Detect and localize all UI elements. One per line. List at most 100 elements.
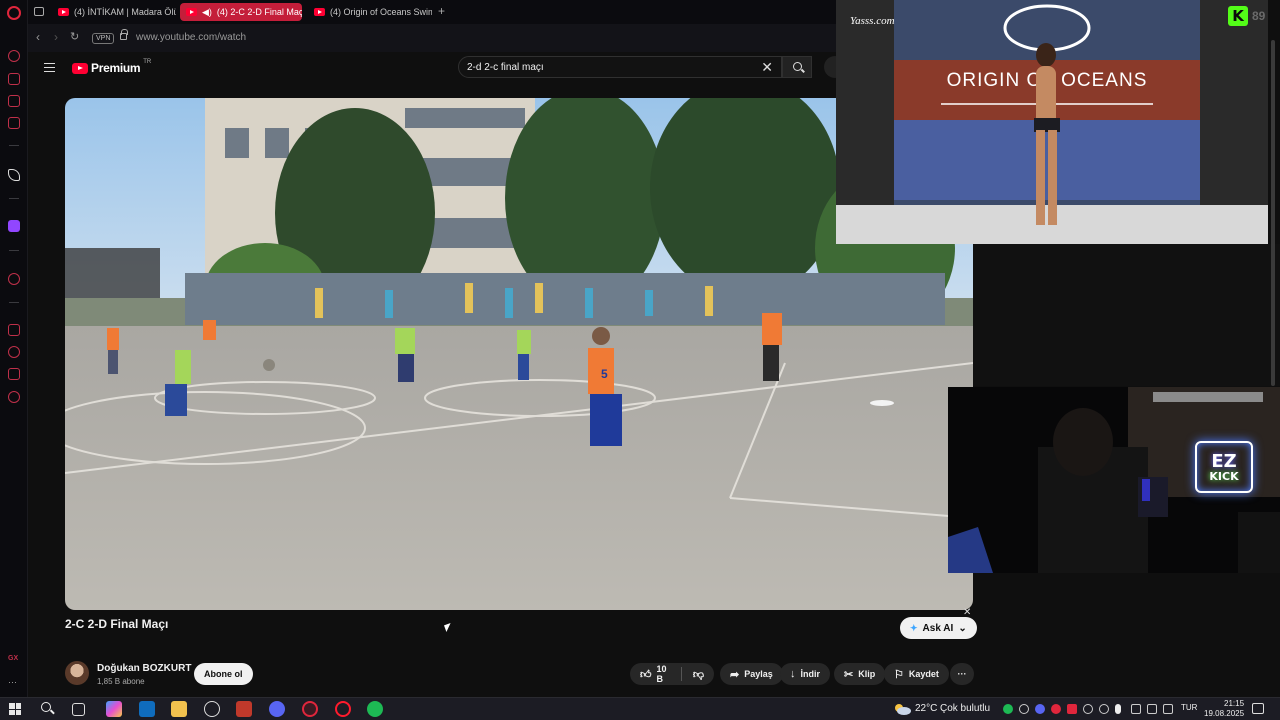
network-icon[interactable]	[1147, 704, 1157, 714]
chevron-down-icon: ⌄	[958, 622, 967, 634]
tray-icon[interactable]	[1019, 704, 1029, 714]
download-button[interactable]: ↓ İndir	[780, 663, 830, 685]
language-indicator[interactable]: TUR	[1181, 703, 1197, 712]
discord-tray-icon[interactable]	[1035, 704, 1045, 714]
scrollbar[interactable]	[1271, 40, 1275, 386]
spotify-tray-icon[interactable]	[1003, 704, 1013, 714]
refresh-icon[interactable]	[8, 50, 20, 62]
screen: GX ··· (4) İNTİKAM | Madara Ölü ◀) (4) 2…	[0, 0, 1280, 720]
tab-label: (4) Origin of Oceans Swim	[330, 7, 432, 17]
runway-video-overlay: ORIGIN OF OCEANS Yasss.com	[836, 0, 1268, 244]
subscribe-button[interactable]: Abone ol	[194, 663, 253, 685]
tab-intikam[interactable]: (4) İNTİKAM | Madara Ölü	[52, 3, 176, 21]
tab-origin-of-oceans[interactable]: (4) Origin of Oceans Swim	[308, 3, 432, 21]
runway-frame: ORIGIN OF OCEANS Yasss.com	[836, 0, 1268, 244]
scissors-icon: ✂	[844, 668, 854, 681]
clip-button[interactable]: ✂ Klip	[834, 663, 886, 685]
avatar[interactable]	[65, 661, 89, 685]
search-query: 2-d 2-c final maçı	[467, 62, 544, 73]
sidebar-divider	[9, 250, 19, 251]
tray-icon[interactable]	[1099, 704, 1109, 714]
opera-gx-icon[interactable]	[302, 701, 318, 717]
tab-final-mac[interactable]: ◀) (4) 2-C 2-D Final Maç	[180, 3, 302, 21]
save-button[interactable]: ⚐ Kaydet	[884, 663, 949, 685]
reload-icon[interactable]: ↻	[70, 30, 79, 43]
clock[interactable]: 21:15 19.08.2025	[1204, 699, 1244, 719]
history-icon[interactable]	[8, 346, 20, 358]
like-dislike-group: 👍︎ 10 B 👎︎	[630, 663, 714, 685]
tabs-menu-icon[interactable]	[34, 7, 44, 16]
tab-label: (4) İNTİKAM | Madara Ölü	[74, 7, 176, 17]
tray-icon[interactable]	[1131, 704, 1141, 714]
tray-icon[interactable]	[1067, 704, 1077, 714]
lock-icon[interactable]	[120, 29, 128, 40]
save-label: Kaydet	[908, 669, 939, 679]
ez-text: EZ	[1211, 450, 1237, 472]
microphone-icon[interactable]	[1115, 704, 1121, 714]
back-icon[interactable]: ‹	[36, 30, 40, 44]
video-editor-icon[interactable]	[236, 701, 252, 717]
outlook-icon[interactable]	[139, 701, 155, 717]
share-icon: ➦	[730, 668, 740, 681]
notification-icon[interactable]	[1252, 703, 1264, 714]
copilot-icon[interactable]	[106, 701, 122, 717]
subscriber-count: 1,85 B abone	[97, 677, 145, 686]
vpn-badge[interactable]: VPN	[92, 33, 115, 44]
video-title: 2-C 2-D Final Maçı	[65, 617, 169, 631]
windows-start-icon[interactable]	[9, 703, 21, 715]
more-icon[interactable]: ···	[8, 677, 20, 689]
tray-icon[interactable]	[1083, 704, 1093, 714]
ask-ai-button[interactable]: ✦ Ask AI ⌄	[900, 617, 977, 639]
clear-search-icon[interactable]: ✕	[761, 59, 773, 76]
twitch-icon[interactable]	[8, 220, 20, 232]
youtube-play-icon	[72, 62, 88, 74]
jersey-number: 5	[601, 367, 608, 381]
music-icon[interactable]	[8, 273, 20, 285]
runway-watermark: Yasss.com	[850, 15, 895, 27]
ask-ai-label: Ask AI	[922, 622, 954, 634]
bookmark-icon: ⚐	[894, 668, 904, 681]
discord-icon[interactable]	[269, 701, 285, 717]
kick-logo: K	[1228, 6, 1248, 26]
speaker-icon[interactable]: ◀)	[202, 7, 212, 18]
bag-icon[interactable]	[8, 73, 20, 85]
volume-icon[interactable]	[1163, 704, 1173, 714]
tray-icon[interactable]	[1051, 704, 1061, 714]
more-actions-button[interactable]: ···	[950, 663, 974, 685]
settings-icon[interactable]	[8, 391, 20, 403]
weather-cloud-icon[interactable]	[893, 702, 911, 715]
search-input[interactable]: 2-d 2-c final maçı ✕	[458, 56, 782, 78]
download-label: İndir	[800, 669, 821, 679]
gx-icon[interactable]: GX	[8, 655, 20, 667]
tab-label: (4) 2-C 2-D Final Maç	[216, 7, 302, 17]
task-view-icon[interactable]	[72, 703, 85, 716]
opera-icon[interactable]	[7, 6, 21, 20]
app-icon[interactable]	[204, 701, 220, 717]
opera-sidebar: GX ···	[0, 0, 28, 697]
like-count[interactable]: 10 B	[657, 664, 671, 684]
star-icon[interactable]	[8, 368, 20, 380]
temperature[interactable]: 22°C	[915, 703, 937, 714]
new-tab-button[interactable]: +	[438, 4, 445, 18]
like-icon[interactable]: 👍︎	[640, 668, 652, 681]
url-field[interactable]: www.youtube.com/watch	[136, 32, 246, 43]
opera-icon[interactable]	[335, 701, 351, 717]
share-button[interactable]: ➦ Paylaş	[720, 663, 783, 685]
wallet-icon[interactable]	[8, 95, 20, 107]
forward-icon[interactable]: ›	[54, 30, 58, 44]
news-icon[interactable]	[8, 117, 20, 129]
file-explorer-icon[interactable]	[171, 701, 187, 717]
channel-name[interactable]: Doğukan BOZKURT	[97, 663, 191, 674]
search-button[interactable]	[782, 56, 812, 78]
taskbar-search-icon[interactable]	[41, 702, 51, 712]
dislike-icon[interactable]: 👎︎	[693, 668, 704, 681]
kick-stat: 89	[1252, 9, 1266, 23]
menu-icon[interactable]	[44, 63, 55, 72]
box-icon[interactable]	[8, 324, 20, 336]
weather-condition[interactable]: Çok bulutlu	[940, 703, 990, 714]
ai-icon[interactable]	[8, 169, 20, 181]
spotify-icon[interactable]	[367, 701, 383, 717]
youtube-logo[interactable]: Premium TR	[72, 59, 151, 75]
logo-text: Premium	[91, 61, 141, 75]
kick-text: KICK	[1209, 469, 1239, 483]
